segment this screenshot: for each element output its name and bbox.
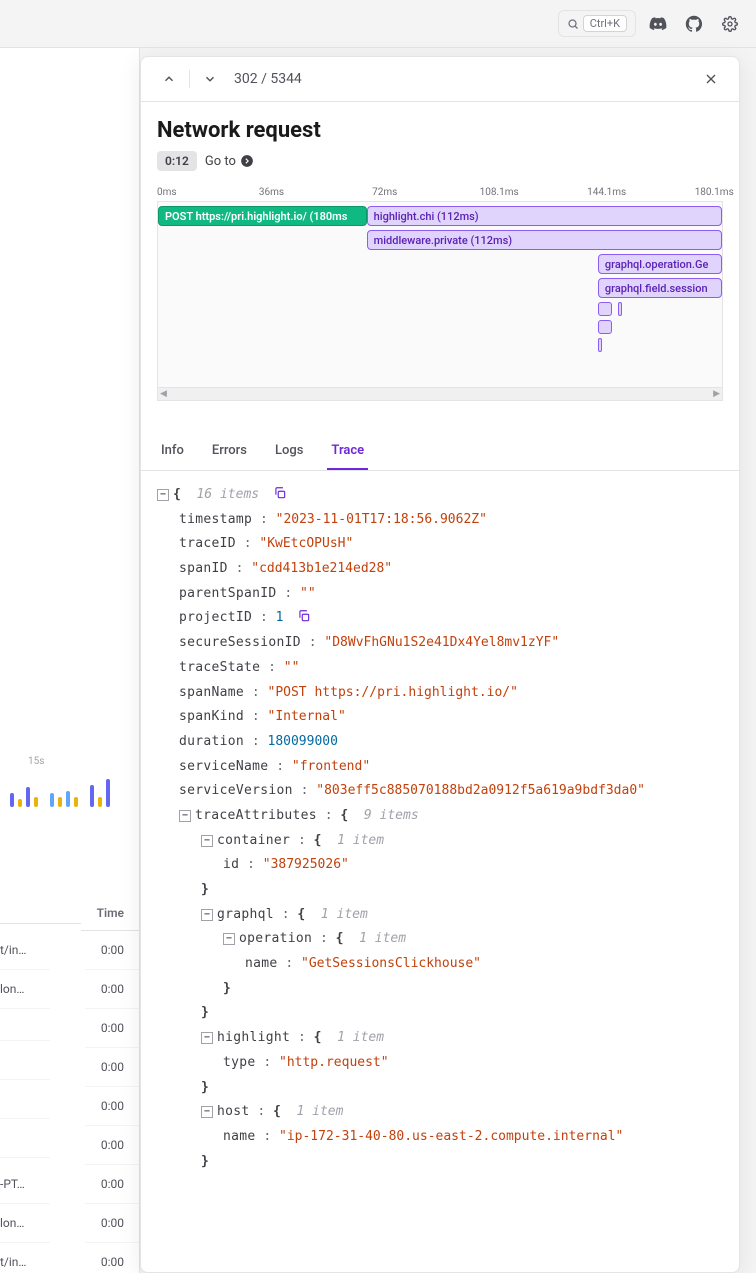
- waterfall-body[interactable]: POST https://pri.highlight.io/ (180ms hi…: [157, 201, 723, 387]
- panel-subheader: 0:12 Go to: [141, 151, 739, 183]
- json-toggle[interactable]: −: [201, 1106, 213, 1118]
- wf-tick: 144.1ms: [587, 187, 626, 198]
- nav-separator: [189, 70, 190, 88]
- waterfall-axis: 0ms 36ms 72ms 108.1ms 144.1ms 180.1ms: [157, 183, 723, 201]
- table-row[interactable]: -PT…0:00: [0, 1165, 140, 1204]
- table-row[interactable]: 0:00: [0, 1087, 140, 1126]
- waterfall-chart: 0ms 36ms 72ms 108.1ms 144.1ms 180.1ms PO…: [157, 183, 723, 401]
- prev-request-button[interactable]: [157, 67, 181, 91]
- json-item-count: 16 items: [196, 487, 259, 502]
- settings-button[interactable]: [716, 10, 744, 38]
- wf-bar-span[interactable]: middleware.private (112ms): [367, 230, 722, 250]
- table-row[interactable]: 0:00: [0, 1009, 140, 1048]
- request-counter: 302 / 5344: [234, 71, 302, 87]
- github-icon: [685, 15, 703, 33]
- trace-json-viewer[interactable]: −{ 16 items timestamp : "2023-11-01T17:1…: [141, 471, 739, 1272]
- tab-info[interactable]: Info: [157, 433, 188, 470]
- timestamp-badge: 0:12: [157, 151, 197, 171]
- wf-tick: 180.1ms: [695, 187, 734, 198]
- close-icon: [703, 71, 719, 87]
- copy-icon[interactable]: [273, 486, 287, 500]
- next-request-button[interactable]: [198, 67, 222, 91]
- wf-tick: 108.1ms: [480, 187, 519, 198]
- panel-header: 302 / 5344: [141, 57, 739, 102]
- topbar: Ctrl+K: [0, 0, 756, 48]
- wf-bar-tiny[interactable]: [598, 320, 612, 334]
- wf-tick: 72ms: [372, 187, 397, 198]
- table-row[interactable]: lon…0:00: [0, 1204, 140, 1243]
- table-row[interactable]: t/in…0:00: [0, 931, 140, 970]
- json-toggle[interactable]: −: [201, 1032, 213, 1044]
- table-row[interactable]: t/in…0:00: [0, 1243, 140, 1273]
- wf-bar-tiny[interactable]: [598, 302, 612, 316]
- tab-trace[interactable]: Trace: [327, 433, 368, 470]
- scroll-left-icon[interactable]: ◀: [160, 389, 167, 399]
- github-button[interactable]: [680, 10, 708, 38]
- arrow-right-circle-icon: [240, 154, 254, 168]
- close-panel-button[interactable]: [699, 67, 723, 91]
- search-icon: [567, 18, 579, 30]
- timeline-tick-label: 15s: [0, 648, 140, 767]
- background-left-pane: 15s Time t/in…0:00lon…0:000:000:000:000:…: [0, 48, 140, 1273]
- panel-tabs: Info Errors Logs Trace: [141, 433, 739, 471]
- background-table: Time t/in…0:00lon…0:000:000:000:000:00-P…: [0, 896, 140, 1273]
- wf-bar-tiny[interactable]: [618, 302, 622, 316]
- tab-errors[interactable]: Errors: [208, 433, 251, 470]
- table-row[interactable]: 0:00: [0, 1048, 140, 1087]
- panel-title: Network request: [141, 102, 739, 151]
- json-toggle[interactable]: −: [201, 835, 213, 847]
- discord-icon: [649, 15, 667, 33]
- gear-icon: [722, 16, 738, 32]
- wf-bar-span[interactable]: graphql.operation.Ge: [598, 254, 722, 274]
- table-row[interactable]: 0:00: [0, 1126, 140, 1165]
- goto-button[interactable]: Go to: [205, 154, 254, 169]
- json-toggle[interactable]: −: [201, 909, 213, 921]
- wf-bar-root[interactable]: POST https://pri.highlight.io/ (180ms: [158, 206, 367, 226]
- copy-icon[interactable]: [297, 609, 311, 623]
- search-button[interactable]: Ctrl+K: [558, 10, 636, 37]
- chevron-up-icon: [162, 72, 176, 86]
- network-request-panel: 302 / 5344 Network request 0:12 Go to 0m…: [140, 56, 740, 1273]
- json-toggle[interactable]: −: [223, 933, 235, 945]
- chevron-down-icon: [203, 72, 217, 86]
- table-row[interactable]: lon…0:00: [0, 970, 140, 1009]
- wf-bar-tiny[interactable]: [598, 338, 602, 352]
- timeline-bars: [0, 767, 140, 807]
- search-shortcut: Ctrl+K: [583, 15, 627, 32]
- discord-button[interactable]: [644, 10, 672, 38]
- wf-bar-span[interactable]: highlight.chi (112ms): [367, 206, 722, 226]
- scroll-right-icon[interactable]: ▶: [713, 389, 720, 399]
- table-col-time: Time: [81, 896, 140, 931]
- wf-tick: 0ms: [157, 187, 177, 198]
- wf-bar-span[interactable]: graphql.field.session: [598, 278, 722, 298]
- goto-label: Go to: [205, 154, 236, 169]
- wf-tick: 36ms: [259, 187, 284, 198]
- waterfall-scrollbar[interactable]: ◀ ▶: [157, 387, 723, 401]
- json-toggle[interactable]: −: [157, 489, 169, 501]
- json-toggle[interactable]: −: [179, 810, 191, 822]
- tab-logs[interactable]: Logs: [271, 433, 307, 470]
- background-timeline: 15s: [0, 648, 140, 848]
